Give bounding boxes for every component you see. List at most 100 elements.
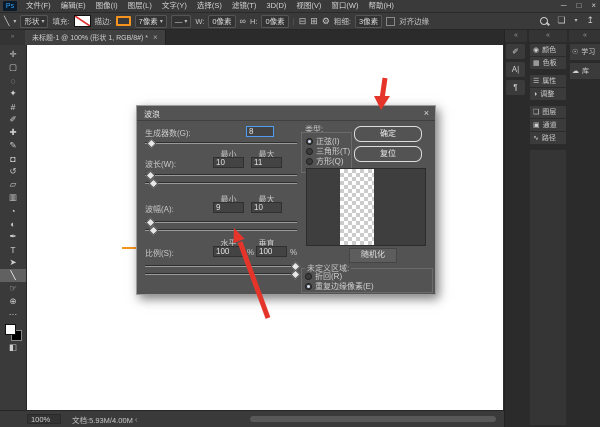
menu-item[interactable]: 图层(L) [123,0,157,12]
eyedropper-tool-icon[interactable]: ✐ [0,113,26,126]
randomize-button[interactable]: 随机化 [349,248,397,263]
history-brush-tool-icon[interactable]: ↺ [0,165,26,178]
wavelength-min-slider[interactable] [145,174,297,176]
weight-input[interactable]: 3像素 [355,15,382,28]
blur-tool-icon[interactable]: ◔ [0,204,26,217]
share-icon[interactable]: ↥ [586,15,594,26]
learn-panel-tab[interactable]: ☉学习 [570,44,600,60]
edit-toolbar-icon[interactable]: ⋯ [0,308,26,321]
scale-horizontal-input[interactable]: 100 [213,246,244,257]
radio-icon[interactable] [306,138,313,145]
libraries-panel-tab[interactable]: ☁库 [570,63,600,79]
slider-thumb[interactable] [291,270,301,280]
generators-slider[interactable] [145,142,297,144]
align-edges-checkbox[interactable] [386,17,395,26]
ok-button[interactable]: 确定 [354,126,422,142]
brush-tool-icon[interactable]: ✎ [0,139,26,152]
healing-brush-tool-icon[interactable]: ✚ [0,126,26,139]
dialog-close-icon[interactable]: × [424,108,429,118]
path-operations-icon[interactable]: ⊟ [299,16,307,27]
paths-panel-tab[interactable]: ∿路径 [530,132,566,144]
scale-vertical-input[interactable]: 100 [256,246,287,257]
radio-icon[interactable] [306,158,313,165]
hand-tool-icon[interactable]: ☞ [0,282,26,295]
maximize-icon[interactable]: □ [576,0,581,12]
color-panel-tab[interactable]: ◉颜色 [530,44,566,56]
radio-icon[interactable] [306,148,313,155]
undefined-area-option[interactable]: 重复边缘像素(E) [305,281,374,291]
swatches-panel-tab[interactable]: ▦色板 [530,57,566,69]
chevron-down-icon[interactable]: ▾ [574,17,577,24]
slider-thumb[interactable] [147,139,157,149]
clone-stamp-tool-icon[interactable]: ◘ [0,152,26,165]
menu-item[interactable]: 选择(S) [192,0,227,12]
zoom-level-field[interactable]: 100% [27,414,61,424]
workspace-icon[interactable]: ❏ [557,15,565,26]
properties-panel-tab[interactable]: ☰属性 [530,75,566,87]
amplitude-max-slider[interactable] [145,229,297,231]
generators-input[interactable]: 8 [246,126,274,137]
quick-selection-tool-icon[interactable]: ✦ [0,87,26,100]
collapse-panels-icon[interactable]: « [505,30,527,42]
gear-icon[interactable]: ⚙ [322,16,330,27]
stroke-swatch[interactable] [116,16,131,26]
scale-vertical-slider[interactable] [145,273,297,275]
amplitude-min-slider[interactable] [145,221,297,223]
layers-panel-tab[interactable]: ❏图层 [530,106,566,118]
reset-button[interactable]: 复位 [354,146,422,162]
shape-mode-select[interactable]: 形状 ▾ [20,15,48,28]
wave-type-option[interactable]: 方形(Q) [306,156,351,166]
amplitude-max-input[interactable]: 10 [251,202,282,213]
paragraph-panel-icon[interactable]: ¶ [506,80,525,95]
height-input[interactable]: 0像素 [261,15,288,28]
horizontal-scrollbar[interactable] [250,416,496,422]
eraser-tool-icon[interactable]: ▱ [0,178,26,191]
fill-swatch[interactable] [74,15,91,27]
radio-icon[interactable] [305,273,312,280]
lasso-tool-icon[interactable]: ◌ [0,74,26,87]
wavelength-max-slider[interactable] [145,182,297,184]
zoom-tool-icon[interactable]: ⊕ [0,295,26,308]
stroke-width-select[interactable]: 7像素 ▾ [135,15,167,28]
radio-icon[interactable] [305,283,312,290]
wavelength-max-input[interactable]: 11 [251,157,282,168]
search-icon[interactable] [540,17,548,25]
path-alignment-icon[interactable]: ⊞ [310,16,318,27]
current-tool-icon[interactable]: ╲ [4,16,9,27]
collapse-panels-icon[interactable]: « [529,30,567,42]
amplitude-min-input[interactable]: 9 [213,202,244,213]
foreground-color-swatch[interactable] [5,324,16,335]
quick-mask-icon[interactable]: ◧ [0,341,26,354]
line-tool-icon[interactable]: ╲ [0,269,26,282]
gradient-tool-icon[interactable]: ▥ [0,191,26,204]
path-selection-tool-icon[interactable]: ➤ [0,256,26,269]
link-dimensions-icon[interactable]: ∞ [240,16,246,26]
scale-horizontal-slider[interactable] [145,265,297,267]
dodge-tool-icon[interactable]: ◐ [0,217,26,230]
wavelength-min-input[interactable]: 10 [213,157,244,168]
document-tab[interactable]: 未标题-1 @ 100% (形状 1, RGB/8#) * × [25,30,166,45]
adjustments-panel-tab[interactable]: ◑调整 [530,88,566,100]
menu-item[interactable]: 视图(V) [291,0,326,12]
collapse-panels-icon[interactable]: « [569,30,600,42]
wave-type-option[interactable]: 正弦(I) [306,136,351,146]
stroke-style-select[interactable]: — ▾ [171,15,192,28]
menu-item[interactable]: 编辑(E) [56,0,91,12]
character-panel-icon[interactable]: A| [506,62,525,77]
menu-item[interactable]: 帮助(H) [364,0,399,12]
tab-close-icon[interactable]: × [153,33,158,42]
type-tool-icon[interactable]: T [0,243,26,256]
menu-item[interactable]: 文件(F) [21,0,56,12]
toolbar-collapse-icon[interactable]: » [0,30,25,45]
tool-preset-caret-icon[interactable]: ▾ [13,18,16,25]
brushes-panel-icon[interactable]: ✐ [506,44,525,59]
menu-item[interactable]: 3D(D) [261,0,291,12]
pen-tool-icon[interactable]: ✒ [0,230,26,243]
minimize-icon[interactable]: ─ [561,0,567,12]
crop-tool-icon[interactable]: # [0,100,26,113]
menu-item[interactable]: 图像(I) [91,0,123,12]
wave-type-option[interactable]: 三角形(T) [306,146,351,156]
channels-panel-tab[interactable]: ▣通道 [530,119,566,131]
menu-item[interactable]: 窗口(W) [326,0,363,12]
move-tool-icon[interactable]: ✛ [0,48,26,61]
